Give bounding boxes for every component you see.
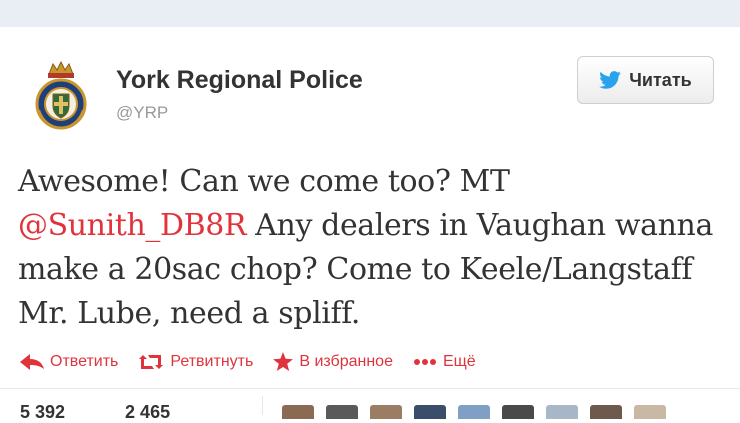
tweet-stats: 5 392 2 465 — [20, 402, 230, 423]
retweet-icon — [139, 355, 164, 369]
favorite-button[interactable]: В избранное — [273, 352, 393, 372]
avatar[interactable] — [502, 405, 534, 419]
avatar[interactable] — [634, 405, 666, 419]
more-label: Ещё — [442, 353, 476, 370]
top-band — [0, 0, 740, 27]
retweet-count[interactable]: 5 392 — [20, 402, 65, 423]
avatar[interactable] — [326, 405, 358, 419]
avatar[interactable] — [282, 405, 314, 419]
tweet-actions: Ответить Ретвитнуть В избранное Ещё — [20, 350, 496, 374]
star-icon — [273, 352, 294, 371]
twitter-bird-icon — [599, 71, 622, 89]
avatar[interactable] — [458, 405, 490, 419]
reply-button[interactable]: Ответить — [20, 353, 118, 371]
avatar[interactable] — [546, 405, 578, 419]
reply-arrow-icon — [20, 354, 44, 370]
follow-button[interactable]: Читать — [577, 56, 714, 104]
stats-separator — [262, 396, 263, 415]
tweet-text-prefix: Awesome! Can we come too? MT — [18, 164, 510, 199]
mention-link[interactable]: @Sunith_DB8R — [18, 208, 247, 243]
favoriters-avatars — [282, 405, 678, 419]
retweet-label: Ретвитнуть — [170, 353, 254, 370]
favorite-count[interactable]: 2 465 — [125, 402, 170, 423]
avatar[interactable] — [590, 405, 622, 419]
avatar[interactable] — [370, 405, 402, 419]
more-dots-icon — [413, 359, 436, 365]
avatar[interactable] — [414, 405, 446, 419]
follow-label: Читать — [629, 69, 692, 90]
tweet-text: Awesome! Can we come too? MT @Sunith_DB8… — [18, 160, 728, 336]
user-handle[interactable]: @YRP — [116, 103, 168, 123]
favorite-label: В избранное — [299, 353, 393, 370]
display-name[interactable]: York Regional Police — [116, 66, 363, 95]
retweet-button[interactable]: Ретвитнуть — [138, 353, 253, 371]
more-button[interactable]: Ещё — [413, 353, 476, 371]
divider — [0, 388, 740, 389]
reply-label: Ответить — [50, 353, 119, 370]
police-crest-icon[interactable] — [33, 60, 89, 130]
